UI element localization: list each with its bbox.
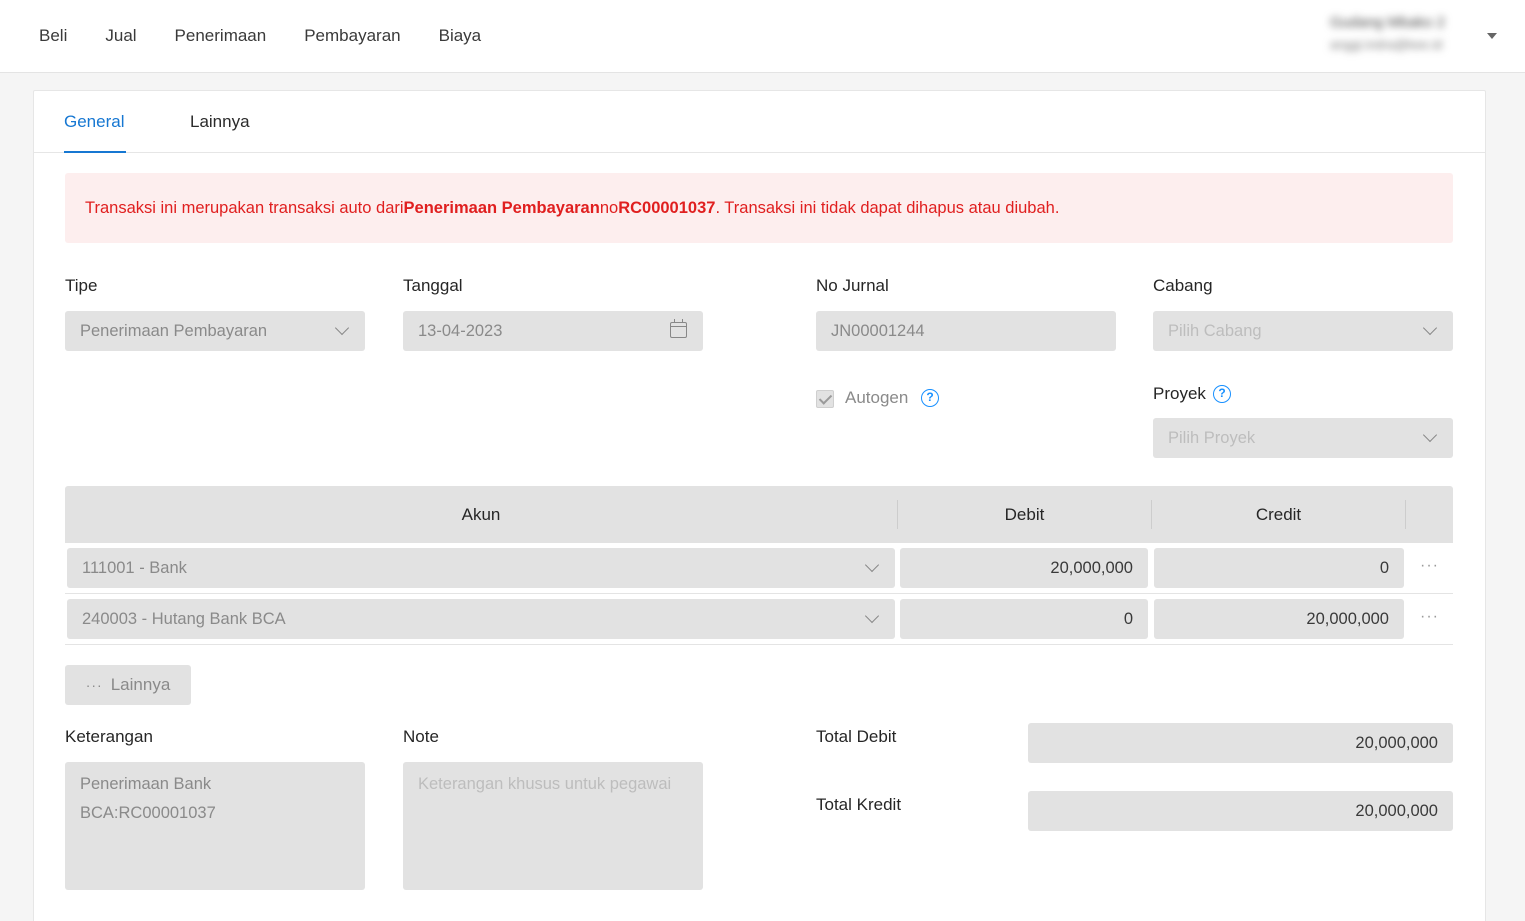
- top-navbar: Beli Jual Penerimaan Pembayaran Biaya Gu…: [0, 0, 1525, 73]
- proyek-label: Proyek: [1153, 384, 1206, 403]
- row-actions-icon[interactable]: ···: [1420, 557, 1439, 575]
- cabang-label: Cabang: [1153, 276, 1213, 295]
- cabang-select[interactable]: Pilih Cabang: [1153, 311, 1453, 351]
- total-kredit-label: Total Kredit: [816, 795, 902, 814]
- journal-table-header: Akun Debit Credit: [65, 486, 1453, 543]
- autogen-label: Autogen: [845, 388, 909, 407]
- akun-value: 111001 - Bank: [82, 558, 187, 577]
- alert-middle: no: [599, 198, 619, 217]
- credit-input[interactable]: 20,000,000: [1154, 599, 1404, 639]
- journal-card: General Lainnya Transaksi ini merupakan …: [33, 90, 1486, 921]
- total-kredit-value: 20,000,000: [1355, 801, 1438, 820]
- cabang-placeholder: Pilih Cabang: [1168, 321, 1262, 340]
- credit-input[interactable]: 0: [1154, 548, 1404, 588]
- active-tab-indicator: [64, 151, 126, 153]
- akun-select[interactable]: 111001 - Bank: [67, 548, 895, 588]
- more-options-button[interactable]: ··· Lainnya: [65, 665, 191, 705]
- chevron-down-icon: [864, 608, 880, 624]
- calendar-icon: [670, 319, 687, 338]
- user-name: Gudang Mbako 2: [1330, 14, 1446, 31]
- akun-select[interactable]: 240003 - Hutang Bank BCA: [67, 599, 895, 639]
- menu-item-beli[interactable]: Beli: [20, 26, 86, 46]
- credit-value: 0: [1379, 558, 1389, 577]
- akun-value: 240003 - Hutang Bank BCA: [82, 609, 286, 628]
- total-debit-value: 20,000,000: [1355, 733, 1438, 752]
- alert-prefix: Transaksi ini merupakan transaksi auto d…: [85, 198, 404, 217]
- column-divider: [1405, 500, 1406, 529]
- total-kredit-field: 20,000,000: [1028, 791, 1453, 831]
- help-icon[interactable]: ?: [921, 389, 939, 407]
- note-textarea[interactable]: Keterangan khusus untuk pegawai: [403, 762, 703, 890]
- readonly-alert: Transaksi ini merupakan transaksi auto d…: [65, 173, 1453, 243]
- chevron-down-icon: [1422, 320, 1438, 336]
- no-jurnal-value: JN00001244: [831, 321, 925, 340]
- help-icon[interactable]: ?: [1213, 385, 1231, 403]
- alert-ref: RC00001037: [618, 198, 716, 217]
- chevron-down-icon: [864, 557, 880, 573]
- row-divider: [65, 644, 1453, 645]
- tanggal-input[interactable]: 13-04-2023: [403, 311, 703, 351]
- proyek-placeholder: Pilih Proyek: [1168, 428, 1256, 447]
- tab-bar: General Lainnya: [34, 91, 1485, 153]
- chevron-down-icon: [1422, 427, 1438, 443]
- autogen-checkbox[interactable]: [816, 390, 834, 408]
- note-label: Note: [403, 727, 439, 746]
- tipe-label: Tipe: [65, 276, 98, 295]
- debit-value: 0: [1123, 609, 1133, 628]
- no-jurnal-label: No Jurnal: [816, 276, 889, 295]
- column-header-credit: Credit: [1255, 504, 1302, 524]
- column-header-debit: Debit: [1004, 504, 1045, 524]
- row-divider: [65, 593, 1453, 594]
- user-email: anggi.indra@kee.id: [1330, 37, 1443, 52]
- debit-input[interactable]: 20,000,000: [900, 548, 1148, 588]
- tab-general[interactable]: General: [64, 112, 124, 132]
- keterangan-textarea[interactable]: Penerimaan Bank BCA:RC00001037: [65, 762, 365, 890]
- alert-suffix: . Transaksi ini tidak dapat dihapus atau…: [715, 198, 1060, 217]
- alert-source: Penerimaan Pembayaran: [403, 198, 600, 217]
- no-jurnal-input[interactable]: JN00001244: [816, 311, 1116, 351]
- row-actions-icon[interactable]: ···: [1420, 608, 1439, 626]
- column-header-akun: Akun: [461, 504, 501, 524]
- menu-item-penerimaan[interactable]: Penerimaan: [156, 26, 286, 46]
- menu-item-pembayaran[interactable]: Pembayaran: [285, 26, 419, 46]
- total-debit-label: Total Debit: [816, 727, 897, 746]
- tab-lainnya[interactable]: Lainnya: [190, 112, 250, 132]
- total-debit-field: 20,000,000: [1028, 723, 1453, 763]
- keterangan-label: Keterangan: [65, 727, 153, 746]
- tipe-select[interactable]: Penerimaan Pembayaran: [65, 311, 365, 351]
- credit-value: 20,000,000: [1306, 609, 1389, 628]
- main-menu: Beli Jual Penerimaan Pembayaran Biaya: [20, 0, 500, 72]
- tanggal-value: 13-04-2023: [418, 321, 503, 340]
- chevron-down-icon: [334, 320, 350, 336]
- proyek-select[interactable]: Pilih Proyek: [1153, 418, 1453, 458]
- ellipsis-icon: ···: [85, 677, 103, 693]
- menu-item-biaya[interactable]: Biaya: [420, 26, 501, 46]
- menu-item-jual[interactable]: Jual: [86, 26, 155, 46]
- debit-value: 20,000,000: [1050, 558, 1133, 577]
- caret-down-icon[interactable]: [1487, 33, 1497, 39]
- tanggal-label: Tanggal: [403, 276, 463, 295]
- user-menu[interactable]: Gudang Mbako 2 anggi.indra@kee.id: [1330, 12, 1480, 56]
- debit-input[interactable]: 0: [900, 599, 1148, 639]
- tipe-value: Penerimaan Pembayaran: [80, 321, 268, 340]
- note-placeholder: Keterangan khusus untuk pegawai: [418, 775, 672, 793]
- more-options-label: Lainnya: [110, 675, 171, 694]
